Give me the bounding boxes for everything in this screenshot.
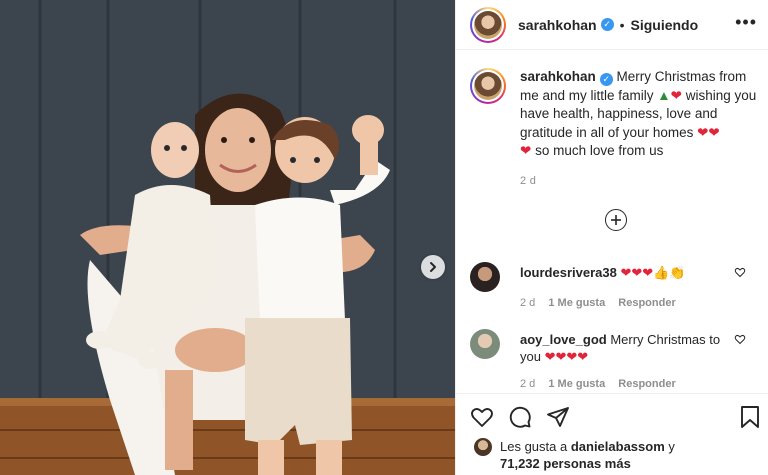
heart-emoji-icon: ❤ bbox=[520, 143, 532, 158]
heart-icon[interactable] bbox=[470, 405, 494, 429]
comment-like-count[interactable]: 1 Me gusta bbox=[548, 297, 605, 309]
likes-count[interactable]: 71,232 personas más bbox=[500, 456, 631, 471]
following-button[interactable]: Siguiendo bbox=[631, 17, 699, 33]
separator-dot: • bbox=[619, 16, 625, 33]
commenter-username[interactable]: lourdesrivera38 bbox=[520, 265, 617, 280]
christmas-tree-icon: ▲ bbox=[657, 87, 671, 103]
comment-meta: 2 d 1 Me gusta Responder bbox=[520, 295, 730, 312]
comment-item: lourdesrivera38 ❤❤❤👍👏 2 d 1 Me gusta Res… bbox=[470, 262, 760, 312]
comment-like-count[interactable]: 1 Me gusta bbox=[548, 378, 605, 390]
post-header: sarahkohan ✓ • Siguiendo ••• bbox=[456, 0, 768, 50]
post-actions-bar: Les gusta a danielabassom y 71,232 perso… bbox=[456, 393, 768, 475]
verified-icon: ✓ bbox=[599, 73, 613, 86]
comment-timestamp: 2 d bbox=[520, 297, 536, 309]
comment-meta: 2 d 1 Me gusta Responder bbox=[520, 376, 730, 393]
bookmark-icon[interactable] bbox=[739, 405, 761, 429]
load-more-comments-button[interactable] bbox=[605, 209, 627, 231]
likes-prefix: Les gusta a bbox=[500, 439, 571, 454]
commenter-avatar[interactable] bbox=[470, 329, 500, 359]
liker-avatar[interactable] bbox=[474, 438, 492, 456]
caption-timestamp: 2 d bbox=[520, 175, 537, 187]
comment-emojis: ❤❤❤👍👏 bbox=[620, 265, 686, 280]
next-arrow-icon bbox=[430, 262, 436, 272]
likes-summary: Les gusta a danielabassom y 71,232 perso… bbox=[474, 438, 675, 472]
reply-button[interactable]: Responder bbox=[618, 378, 675, 390]
author-username[interactable]: sarahkohan bbox=[518, 17, 597, 33]
more-options-icon[interactable]: ••• bbox=[735, 12, 757, 33]
post-caption: sarahkohan ✓ Merry Christmas from me and … bbox=[470, 68, 760, 161]
comment-emojis: ❤❤❤❤ bbox=[544, 349, 589, 364]
share-icon[interactable] bbox=[546, 405, 570, 429]
liker-username[interactable]: danielabassom bbox=[571, 439, 665, 454]
comment-icon[interactable] bbox=[508, 405, 532, 429]
next-photo-button[interactable] bbox=[421, 255, 445, 279]
reply-button[interactable]: Responder bbox=[618, 297, 675, 309]
comment-timestamp: 2 d bbox=[520, 378, 536, 390]
comment-heart-icon[interactable] bbox=[734, 333, 746, 345]
verified-icon: ✓ bbox=[600, 18, 614, 31]
caption-text: sarahkohan ✓ Merry Christmas from me and … bbox=[520, 68, 760, 161]
post-side-panel: sarahkohan ✓ • Siguiendo ••• sarahkohan ✓… bbox=[455, 0, 768, 475]
comment-heart-icon[interactable] bbox=[734, 266, 746, 278]
comment-item: aoy_love_god Merry Christmas to you ❤❤❤❤… bbox=[470, 329, 760, 393]
caption-author-username[interactable]: sarahkohan bbox=[520, 69, 596, 84]
caption-text-part3: so much love from us bbox=[531, 143, 664, 158]
commenter-avatar[interactable] bbox=[470, 262, 500, 292]
heart-emoji-icon: ❤❤ bbox=[697, 124, 720, 140]
post-photo[interactable] bbox=[0, 0, 455, 475]
commenter-username[interactable]: aoy_love_god bbox=[520, 332, 607, 347]
likes-suffix: y bbox=[664, 439, 675, 454]
photo-illustration bbox=[0, 0, 455, 475]
caption-author-avatar[interactable] bbox=[470, 68, 506, 104]
author-avatar[interactable] bbox=[470, 6, 506, 43]
heart-emoji-icon: ❤ bbox=[670, 87, 682, 103]
add-circle-icon bbox=[611, 215, 621, 225]
